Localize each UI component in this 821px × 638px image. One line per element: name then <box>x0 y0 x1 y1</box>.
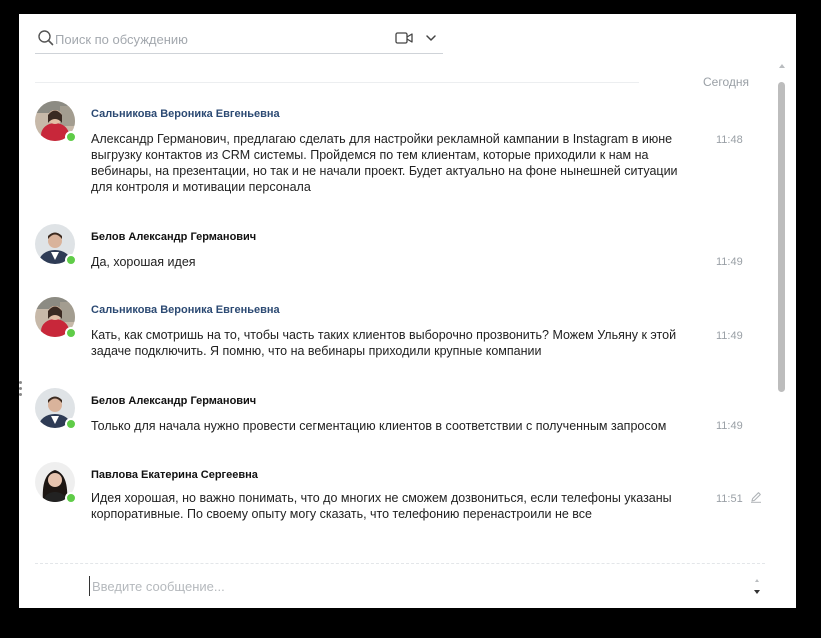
message-line: вебинары, на презентации, но так и не на… <box>91 164 678 178</box>
message-text: Да, хорошая идея <box>91 254 711 270</box>
search-icon <box>38 30 54 51</box>
message-author[interactable]: Белов Александр Германович <box>91 231 256 243</box>
resize-handle[interactable] <box>19 381 23 399</box>
message-author[interactable]: Белов Александр Германович <box>91 395 256 407</box>
online-status-indicator <box>65 254 77 266</box>
online-status-indicator <box>65 492 77 504</box>
online-status-indicator <box>65 327 77 339</box>
message-text: Кать, как смотришь на то, чтобы часть та… <box>91 327 711 359</box>
message-line: Да, хорошая идея <box>91 255 196 269</box>
message-line: Только для начала нужно провести сегмент… <box>91 419 667 433</box>
message-author[interactable]: Павлова Екатерина Сергеевна <box>91 469 258 481</box>
avatar[interactable] <box>35 462 77 504</box>
date-divider-line <box>35 82 693 83</box>
search-input[interactable] <box>55 29 385 49</box>
scrollbar[interactable] <box>777 64 787 604</box>
avatar[interactable] <box>35 101 77 143</box>
message-time: 11:49 <box>716 420 743 432</box>
discussion-panel: Сегодня Сальникова Вероника Евгеньевна А… <box>19 14 796 608</box>
message-line: Александр Германович, предлагаю сделать … <box>91 132 673 146</box>
message-author[interactable]: Сальникова Вероника Евгеньевна <box>91 108 280 120</box>
pencil-icon[interactable] <box>750 490 762 508</box>
message-line: для контроля и мотивации персонала <box>91 180 311 194</box>
avatar[interactable] <box>35 297 77 339</box>
search-bar <box>35 26 443 54</box>
message-line: корпоративные. По своему опыту могу сказ… <box>91 507 593 521</box>
online-status-indicator <box>65 131 77 143</box>
message-line: выгрузку контактов из CRM системы. Пройд… <box>91 148 649 162</box>
message-text: Только для начала нужно провести сегмент… <box>91 418 711 434</box>
message-time: 11:49 <box>716 256 743 268</box>
chevron-down-icon[interactable] <box>754 590 760 594</box>
online-status-indicator <box>65 418 77 430</box>
message-line: задаче подключить. Я помню, что на вебин… <box>91 344 542 358</box>
avatar[interactable] <box>35 224 77 266</box>
composer-divider <box>35 563 765 564</box>
message-line: Кать, как смотришь на то, чтобы часть та… <box>91 328 677 342</box>
message-time: 11:51 <box>716 493 743 505</box>
message-time: 11:49 <box>716 330 743 342</box>
message-text: Идея хорошая, но важно понимать, что до … <box>91 490 711 522</box>
chevron-down-icon[interactable] <box>425 31 437 49</box>
message-time: 11:48 <box>716 134 743 146</box>
scrollbar-thumb[interactable] <box>778 82 785 392</box>
video-camera-icon[interactable] <box>395 31 413 50</box>
avatar[interactable] <box>35 388 77 430</box>
scroll-up-arrow-icon[interactable] <box>779 64 785 68</box>
message-line: Идея хорошая, но важно понимать, что до … <box>91 491 672 505</box>
date-divider-label: Сегодня <box>639 75 749 89</box>
message-text: Александр Германович, предлагаю сделать … <box>91 131 711 195</box>
message-author[interactable]: Сальникова Вероника Евгеньевна <box>91 304 280 316</box>
chevron-up-icon[interactable] <box>755 579 759 582</box>
message-input[interactable] <box>89 576 712 596</box>
